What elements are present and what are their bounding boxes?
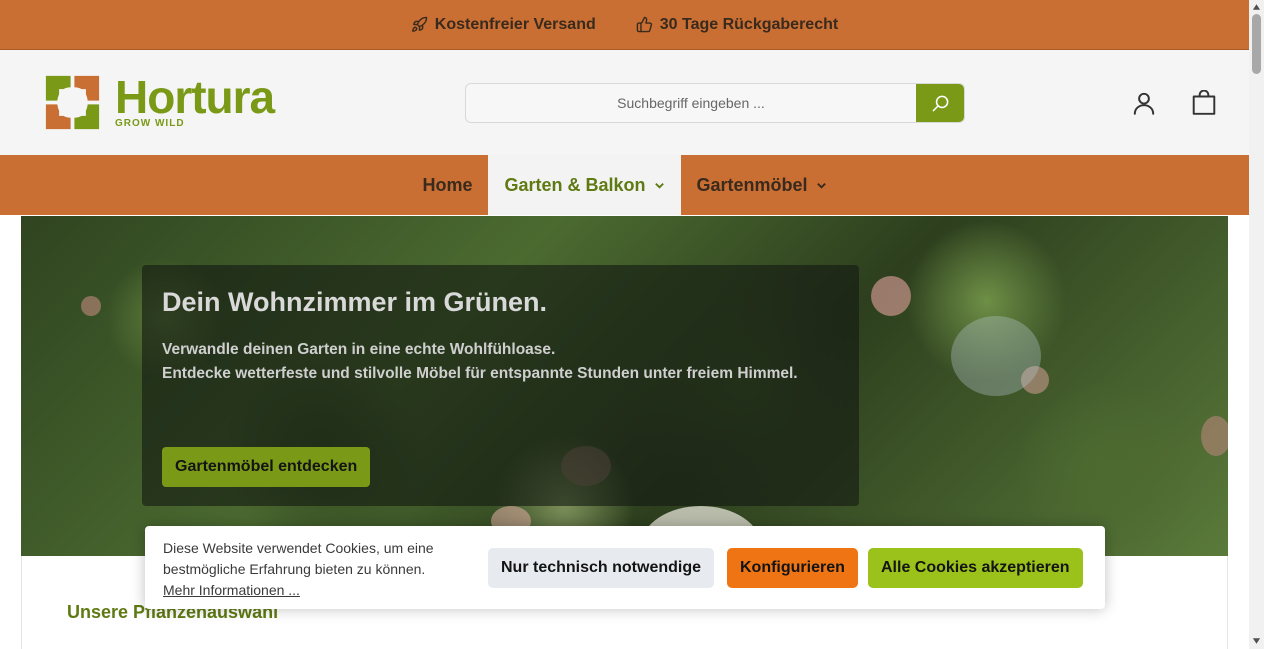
nav-item-home[interactable]: Home	[406, 155, 488, 215]
user-icon[interactable]	[1131, 90, 1157, 116]
hero-foliage	[871, 276, 911, 316]
nav-item-label: Gartenmöbel	[696, 174, 808, 195]
hero-line-2: Entdecke wetterfeste und stilvolle Möbel…	[162, 365, 798, 382]
hero-foliage	[951, 316, 1041, 396]
nav-item-label: Home	[422, 174, 473, 195]
rocket-icon	[411, 16, 428, 32]
chevron-down-icon	[654, 182, 664, 189]
search-input[interactable]	[466, 84, 916, 122]
hero-foliage	[81, 296, 101, 316]
hero-foliage	[1201, 416, 1228, 456]
promo-bar: Kostenfreier Versand 30 Tage Rückgaberec…	[0, 0, 1249, 50]
promo-shipping: Kostenfreier Versand	[411, 16, 596, 34]
nav-item-gartenmoebel[interactable]: Gartenmöbel	[681, 155, 843, 215]
site-header: Hortura GROW WILD	[0, 50, 1249, 155]
promo-returns: 30 Tage Rückgaberecht	[636, 16, 838, 34]
cookie-configure-button[interactable]: Konfigurieren	[727, 548, 858, 588]
scroll-up-arrow-icon[interactable]	[1252, 3, 1261, 11]
hero-title: Dein Wohnzimmer im Grünen.	[162, 287, 548, 317]
hero-panel: Dein Wohnzimmer im Grünen. Verwandle dei…	[142, 265, 859, 506]
page-scrollbar[interactable]	[1249, 0, 1264, 649]
hero-cta-button[interactable]: Gartenmöbel entdecken	[162, 447, 371, 487]
chevron-down-icon	[816, 182, 826, 189]
hero-description: Verwandle deinen Garten in eine echte Wo…	[162, 338, 798, 386]
cookie-accept-all-button[interactable]: Alle Cookies akzeptieren	[868, 548, 1083, 588]
logo[interactable]: Hortura GROW WILD	[44, 71, 275, 131]
cookie-technical-only-button[interactable]: Nur technisch notwendige	[488, 548, 715, 588]
search-bar	[465, 83, 965, 123]
cookie-text: Diese Website verwendet Cookies, um eine…	[163, 538, 463, 601]
promo-returns-label: 30 Tage Rückgaberecht	[659, 15, 839, 33]
search-icon	[932, 95, 948, 111]
hero-banner: Dein Wohnzimmer im Grünen. Verwandle dei…	[21, 216, 1228, 556]
logo-mark-icon	[45, 75, 100, 130]
promo-shipping-label: Kostenfreier Versand	[434, 15, 596, 33]
shopping-bag-icon[interactable]	[1191, 90, 1217, 116]
cookie-banner: Diese Website verwendet Cookies, um eine…	[145, 526, 1105, 609]
hero-line-1: Verwandle deinen Garten in eine echte Wo…	[162, 341, 556, 358]
nav-item-garten-balkon[interactable]: Garten & Balkon	[488, 155, 681, 215]
cookie-message: Diese Website verwendet Cookies, um eine…	[163, 540, 434, 577]
scroll-down-arrow-icon[interactable]	[1252, 637, 1261, 645]
cookie-more-info-link[interactable]: Mehr Informationen ...	[163, 580, 463, 601]
search-button[interactable]	[916, 84, 964, 122]
main-nav: Home Garten & Balkon Gartenmöbel	[0, 155, 1249, 215]
nav-item-label: Garten & Balkon	[504, 174, 646, 195]
logo-name: Hortura	[115, 71, 275, 123]
thumbs-up-icon	[636, 16, 652, 33]
scrollbar-thumb[interactable]	[1252, 14, 1261, 74]
